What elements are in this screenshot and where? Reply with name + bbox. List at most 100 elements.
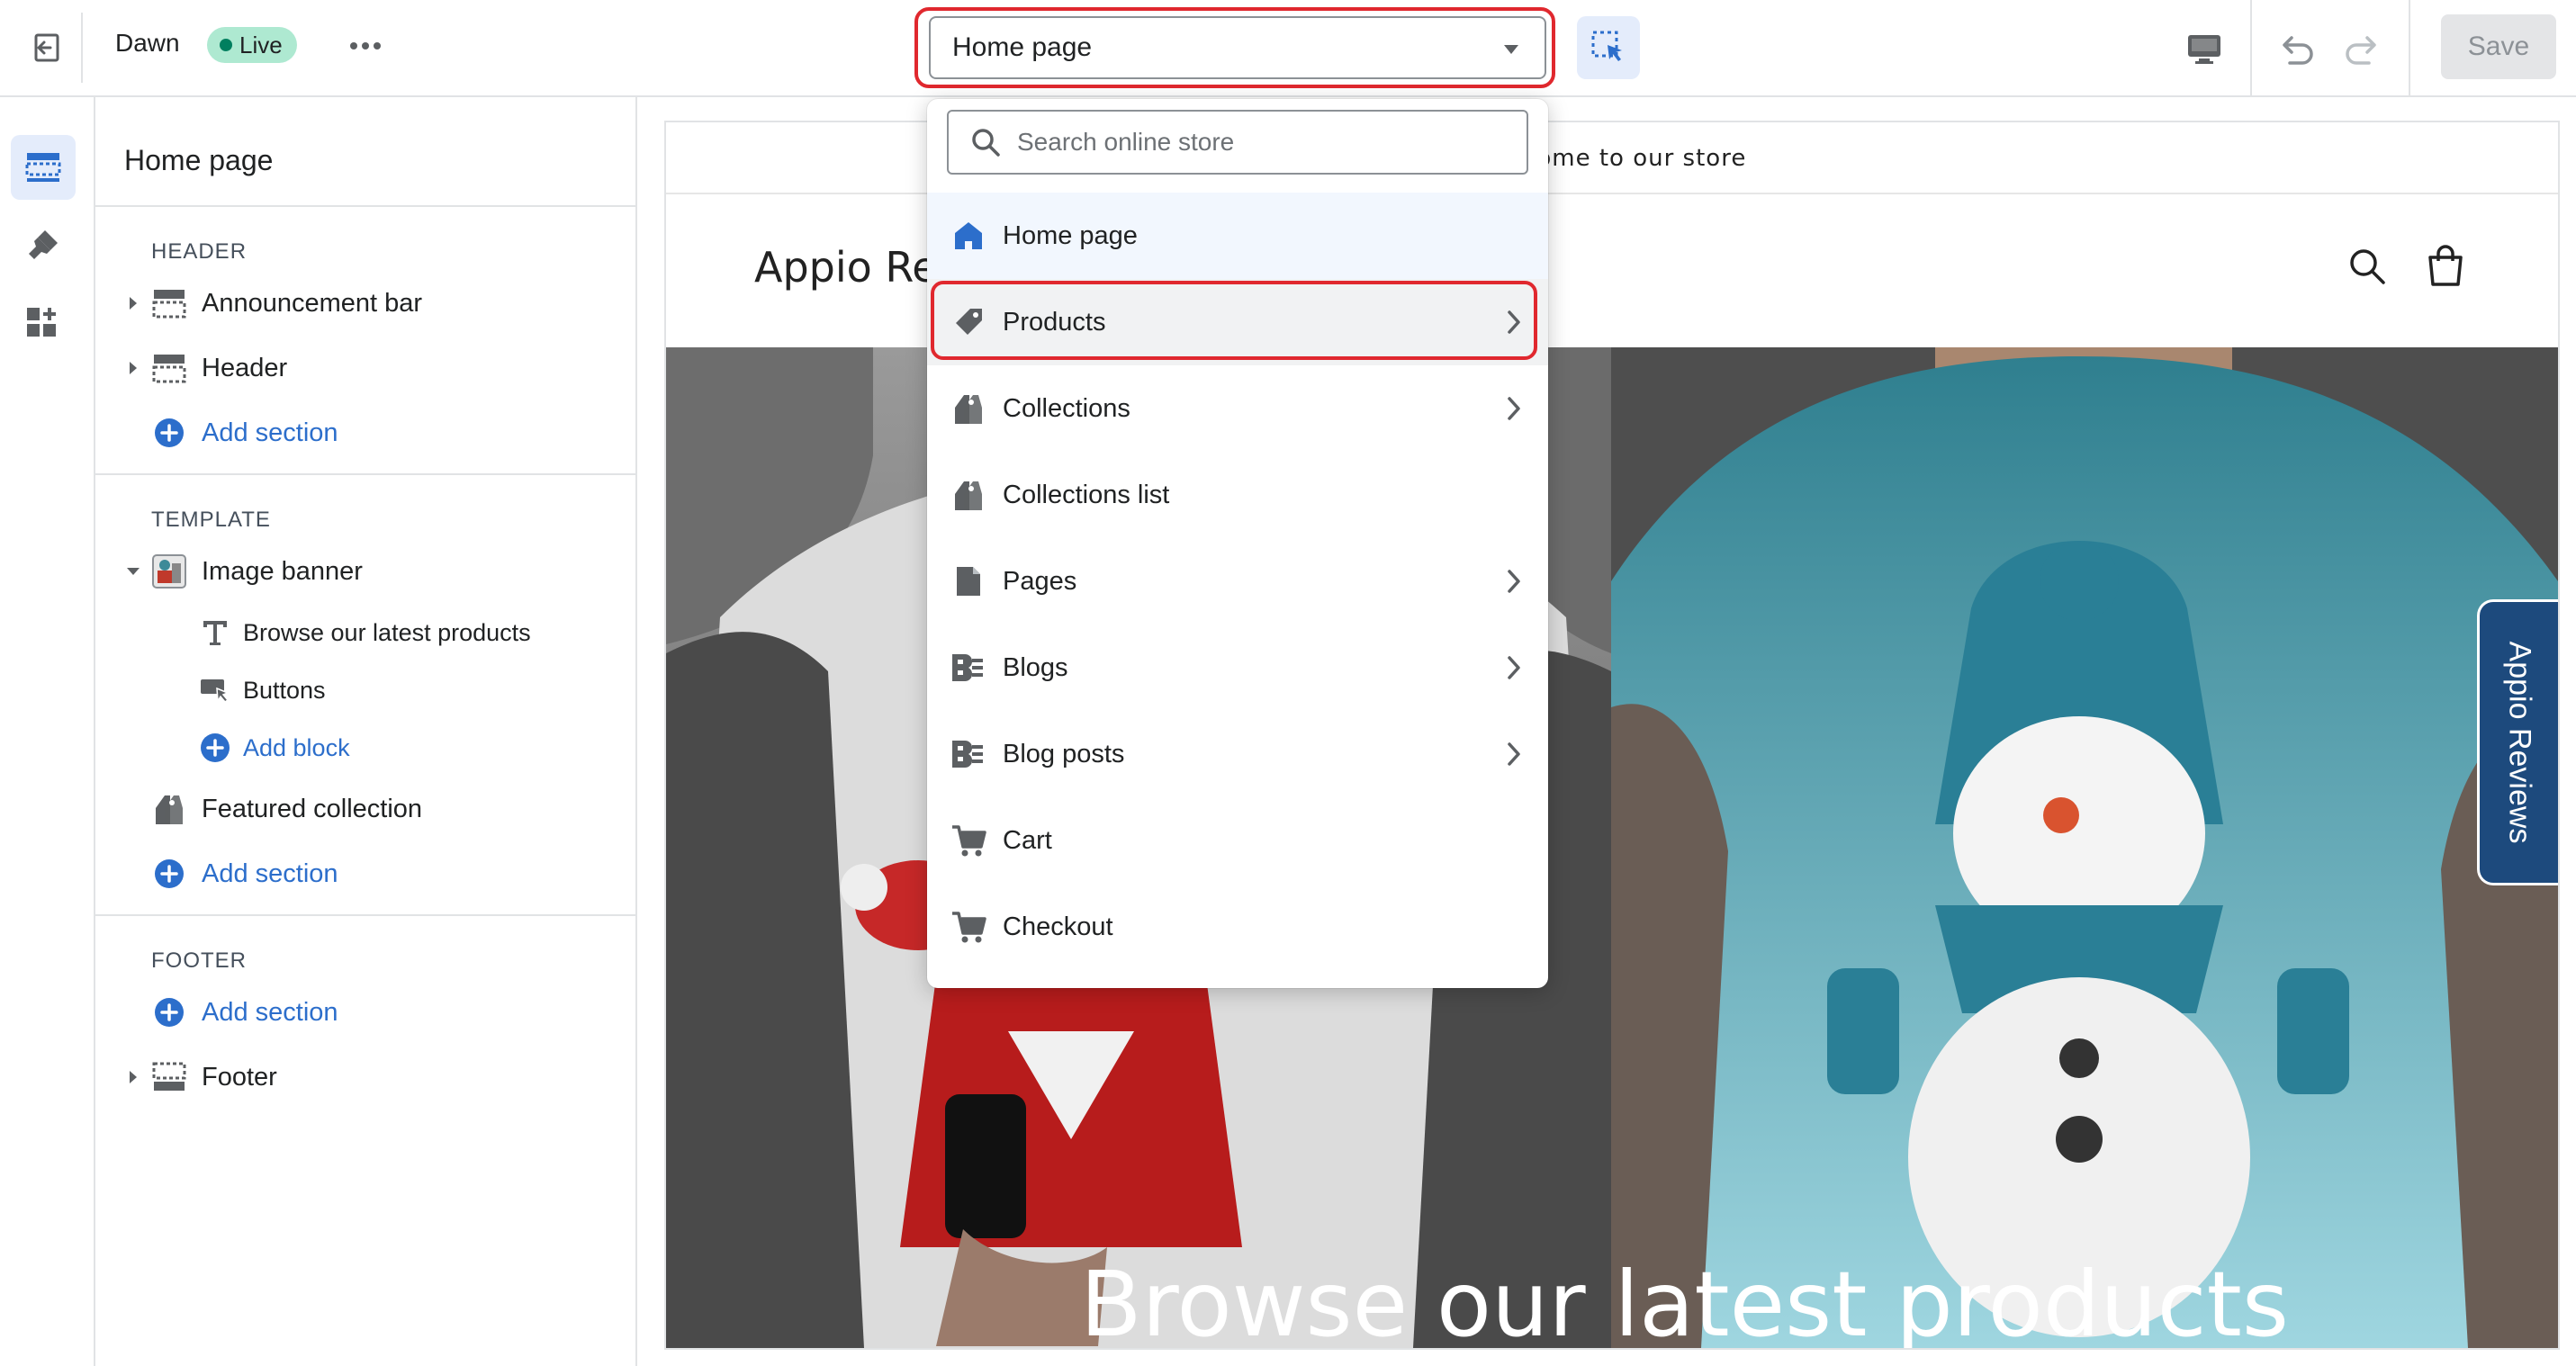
add-section-header-button[interactable]: Add section — [122, 410, 338, 455]
menu-item-pages[interactable]: Pages — [927, 538, 1548, 625]
menu-item-checkout[interactable]: Checkout — [927, 884, 1548, 970]
add-section-footer-button[interactable]: Add section — [122, 990, 338, 1035]
menu-item-collections[interactable]: Collections — [927, 365, 1548, 452]
divider — [2409, 0, 2410, 97]
menu-item-label: Pages — [1003, 566, 1077, 596]
search-input[interactable] — [1017, 128, 1503, 157]
ellipsis-icon — [349, 41, 382, 50]
section-footer[interactable]: Footer — [122, 1055, 277, 1100]
hero-image-right — [1611, 347, 2558, 1348]
menu-item-label: Cart — [1003, 825, 1052, 855]
button-block-icon — [194, 676, 236, 705]
store-cart-icon[interactable] — [2425, 245, 2466, 288]
menu-item-home-page[interactable]: Home page — [927, 193, 1548, 279]
menu-item-blog-posts[interactable]: Blog posts — [927, 711, 1548, 797]
divider — [95, 914, 635, 916]
blog-icon — [949, 648, 988, 687]
theme-name: Dawn — [115, 29, 180, 57]
plus-circle-icon — [144, 858, 194, 889]
divider — [95, 473, 635, 475]
paintbrush-icon — [25, 227, 61, 263]
live-label: Live — [239, 31, 283, 58]
blog-icon — [949, 734, 988, 774]
icon-rail — [0, 97, 95, 1366]
menu-item-label: Home page — [1003, 220, 1138, 250]
group-label-header: HEADER — [151, 239, 248, 264]
expand-caret-icon[interactable] — [122, 361, 144, 375]
add-section-template-button[interactable]: Add section — [122, 851, 338, 896]
block-buttons[interactable]: Buttons — [194, 668, 326, 713]
inspector-toggle-button[interactable] — [1577, 16, 1640, 79]
hero-heading[interactable]: Browse our latest products — [1080, 1252, 2289, 1348]
menu-item-cart[interactable]: Cart — [927, 797, 1548, 884]
menu-item-label: Collections — [1003, 393, 1130, 423]
appio-reviews-tab[interactable]: Appio Reviews — [2477, 599, 2558, 885]
store-search-field[interactable] — [947, 110, 1528, 175]
menu-item-label: Checkout — [1003, 912, 1113, 941]
chevron-right-icon — [1507, 655, 1521, 680]
exit-icon — [29, 30, 65, 66]
collection-icon — [144, 792, 194, 826]
collapse-caret-icon[interactable] — [122, 567, 144, 576]
section-label: Featured collection — [202, 794, 423, 823]
add-section-label: Add section — [202, 418, 338, 447]
apps-nav-button[interactable] — [11, 290, 76, 355]
apps-icon — [25, 304, 61, 340]
search-icon — [970, 127, 1001, 157]
plus-circle-icon — [194, 732, 236, 763]
menu-item-collections-list[interactable]: Collections list — [927, 452, 1548, 538]
undo-icon — [2277, 32, 2317, 68]
highlight-box-page-selector — [914, 7, 1555, 88]
divider — [95, 205, 635, 207]
footer-section-icon — [144, 1062, 194, 1092]
chevron-right-icon — [1507, 741, 1521, 767]
block-label: Buttons — [243, 676, 326, 704]
chevron-right-icon — [1507, 569, 1521, 594]
text-icon — [194, 618, 236, 647]
sections-sidebar: Home page HEADER Announcement bar Header… — [95, 97, 637, 1366]
announcement-bar-icon — [144, 288, 194, 319]
exit-button[interactable] — [13, 13, 83, 83]
plus-circle-icon — [144, 997, 194, 1028]
section-header[interactable]: Header — [122, 346, 287, 391]
divider — [2250, 0, 2252, 97]
chevron-right-icon — [1507, 396, 1521, 421]
expand-caret-icon[interactable] — [122, 296, 144, 310]
page-icon — [949, 562, 988, 601]
undo-button[interactable] — [2270, 23, 2324, 77]
sections-nav-button[interactable] — [11, 135, 76, 200]
section-label: Announcement bar — [202, 288, 423, 318]
section-label: Footer — [202, 1062, 277, 1092]
redo-button[interactable] — [2335, 23, 2389, 77]
add-block-button[interactable]: Add block — [194, 725, 350, 770]
save-button[interactable]: Save — [2441, 14, 2556, 79]
page-selector-dropdown: Home page Products Collections Collectio… — [927, 99, 1548, 988]
section-label: Header — [202, 353, 288, 382]
desktop-preview-button[interactable] — [2176, 22, 2232, 77]
menu-item-label: Blogs — [1003, 652, 1068, 682]
section-image-banner[interactable]: Image banner — [122, 549, 363, 594]
select-cursor-icon — [1590, 29, 1627, 67]
image-banner-thumbnail-icon — [144, 554, 194, 589]
group-label-footer: FOOTER — [151, 948, 247, 973]
cart-icon — [949, 821, 988, 860]
theme-settings-nav-button[interactable] — [11, 212, 76, 277]
desktop-icon — [2186, 33, 2222, 66]
expand-caret-icon[interactable] — [122, 1070, 144, 1084]
more-actions-button[interactable] — [342, 27, 389, 65]
store-search-icon[interactable] — [2347, 247, 2387, 286]
top-bar: Dawn Live Home page Save — [0, 0, 2576, 97]
group-label-template: TEMPLATE — [151, 508, 271, 532]
section-featured-collection[interactable]: Featured collection — [122, 786, 422, 831]
menu-item-blogs[interactable]: Blogs — [927, 625, 1548, 711]
plus-circle-icon — [144, 418, 194, 448]
collection-icon — [949, 389, 988, 428]
reviews-tab-label: Appio Reviews — [2502, 641, 2536, 844]
add-section-label: Add section — [202, 997, 338, 1027]
section-announcement-bar[interactable]: Announcement bar — [122, 281, 422, 326]
section-label: Image banner — [202, 556, 363, 586]
block-label: Browse our latest products — [243, 618, 531, 646]
block-heading[interactable]: Browse our latest products — [194, 610, 531, 655]
sidebar-title: Home page — [124, 144, 274, 176]
add-section-label: Add section — [202, 858, 338, 888]
